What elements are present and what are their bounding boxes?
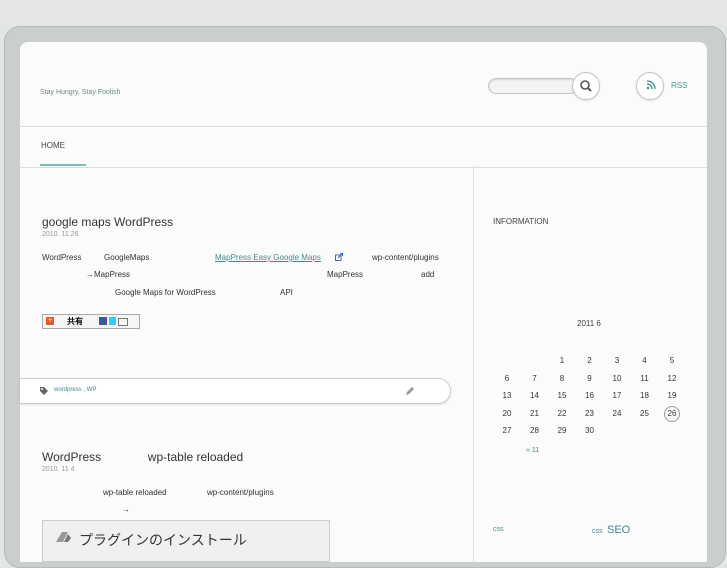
calendar-title: 2011 6 — [577, 319, 601, 328]
calendar-day: 19 — [667, 391, 677, 400]
email-icon — [118, 318, 128, 326]
plugin-icon — [56, 532, 71, 542]
calendar-prev-link[interactable]: « 11 — [526, 447, 539, 454]
calendar-day: 22 — [557, 408, 567, 418]
calendar-day: 26 — [662, 405, 682, 422]
share-button[interactable]: + 共有 — [42, 314, 140, 329]
facebook-icon — [99, 317, 107, 325]
mappress-link[interactable]: MapPress Easy Google Maps — [215, 253, 321, 262]
site-tagline: Stay Hungry, Stay Foolish — [40, 89, 121, 96]
sidebar-heading: INFORMATION — [493, 217, 549, 226]
external-link-icon — [335, 253, 343, 261]
calendar-day: 9 — [587, 373, 592, 383]
rss-icon — [646, 80, 656, 90]
tag-cloud-item[interactable]: css — [493, 526, 504, 533]
post-date: 2010. 11 26 — [42, 231, 79, 238]
calendar-day: 12 — [667, 373, 677, 383]
search-icon — [580, 80, 592, 92]
search-button[interactable] — [572, 72, 600, 100]
post-date: 2010. 11 4 — [42, 466, 75, 473]
tag-icon — [40, 387, 48, 395]
nav-active-indicator — [40, 164, 86, 166]
calendar-day: 15 — [557, 391, 567, 400]
calendar-day: 3 — [614, 356, 620, 365]
tag-cloud-item[interactable]: SEO — [607, 524, 630, 536]
post-text: API — [280, 288, 293, 297]
plugin-install-heading: プラグインのインストール — [79, 532, 247, 548]
calendar-day: 27 — [502, 426, 512, 435]
calendar-day: 16 — [585, 391, 594, 400]
calendar-day: 24 — [612, 408, 622, 418]
calendar-day: 4 — [642, 356, 647, 365]
pencil-icon[interactable] — [405, 386, 415, 396]
nav-item-home[interactable]: HOME — [41, 141, 65, 150]
calendar-day: 13 — [502, 391, 512, 400]
calendar-day: 14 — [530, 391, 539, 400]
calendar-today-marker: 26 — [664, 405, 680, 422]
calendar-day: 1 — [559, 356, 565, 365]
post-text: add — [421, 270, 435, 279]
calendar-day: 30 — [585, 426, 594, 435]
search-input[interactable] — [488, 78, 578, 94]
calendar-day: 29 — [557, 426, 567, 435]
calendar-day: 10 — [612, 373, 622, 383]
calendar-day: 7 — [532, 373, 537, 383]
sidebar-divider — [473, 166, 474, 562]
post-text: wp-table reloaded — [103, 488, 167, 497]
post-text: wp-content/plugins — [372, 253, 439, 262]
calendar-day: 28 — [530, 426, 539, 435]
calendar-day: 8 — [559, 373, 565, 383]
calendar-day: 21 — [530, 408, 539, 418]
calendar-day: 17 — [612, 391, 622, 400]
calendar-day: 6 — [504, 373, 510, 383]
post-text: MapPress — [327, 270, 364, 279]
calendar-day: 2 — [587, 356, 592, 365]
post-text: →MapPress — [86, 270, 131, 279]
calendar-day: 25 — [640, 408, 649, 418]
tag-cloud-item[interactable]: css — [592, 528, 603, 535]
calendar-day: 23 — [585, 408, 594, 418]
page: Stay Hungry, Stay Foolish RSS HOME googl… — [20, 42, 707, 562]
calendar-day: 18 — [640, 391, 649, 400]
twitter-icon — [109, 317, 116, 325]
tag-links[interactable]: wordpress , WP — [54, 387, 96, 393]
post-text: Google Maps for WordPress — [115, 288, 216, 297]
calendar-day: 5 — [669, 356, 675, 365]
calendar-day: 20 — [502, 408, 512, 418]
plugin-install-screenshot: プラグインのインストール — [42, 520, 330, 562]
share-plus-icon: + — [46, 317, 54, 325]
post-title[interactable]: WordPress wp-table reloaded — [42, 450, 243, 464]
post-text: WordPress — [42, 253, 82, 262]
post-text: → — [122, 505, 130, 514]
main-nav: HOME — [20, 126, 707, 168]
share-label: 共有 — [67, 317, 83, 326]
rss-button[interactable] — [636, 72, 664, 100]
post-title[interactable]: google maps WordPress — [42, 215, 173, 229]
calendar-day: 11 — [640, 373, 649, 383]
post-text: wp-content/plugins — [207, 488, 274, 497]
post-tags-bar: wordpress , WP — [20, 378, 451, 404]
post-text: GoogleMaps — [104, 253, 150, 262]
rss-link[interactable]: RSS — [671, 81, 687, 90]
